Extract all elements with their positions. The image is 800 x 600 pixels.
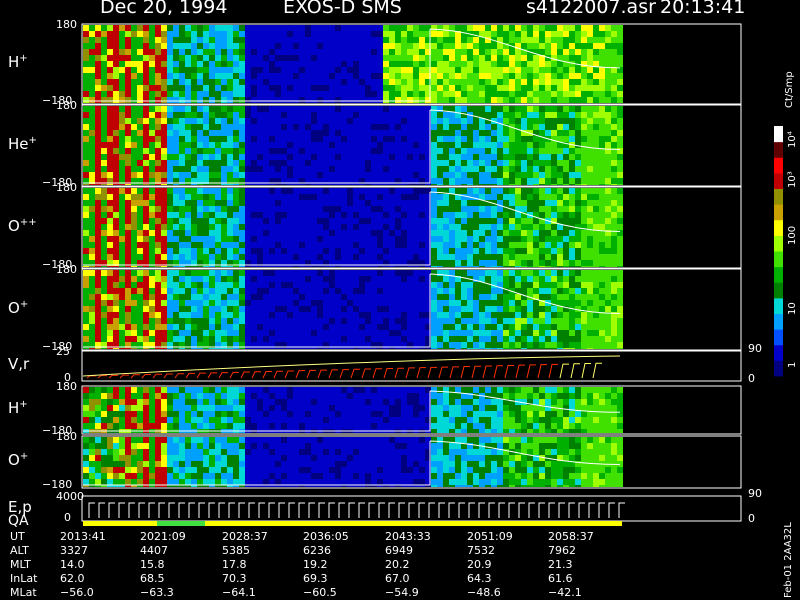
panel-3-ytick-top: 180	[56, 263, 77, 276]
header-date: Dec 20, 1994	[100, 0, 228, 18]
colorbar-tick: 100	[787, 225, 798, 245]
table-cell: 14.0	[60, 558, 85, 571]
panel-7-right-tick-top: 90	[748, 487, 762, 500]
panel-2-ytick-top: 180	[56, 181, 77, 194]
table-cell: 3327	[60, 544, 88, 557]
table-cell: 68.5	[140, 572, 165, 585]
panel-0-ytick-top: 180	[56, 18, 77, 31]
table-cell: 4407	[140, 544, 168, 557]
table-cell: 70.3	[222, 572, 247, 585]
panel-6-label: O+	[8, 451, 29, 469]
table-row: InLat 62.0 68.5 70.3 69.3 67.0 64.3 61.6	[0, 572, 640, 585]
table-row: ALT 3327 4407 5385 6236 6949 7532 7962	[0, 544, 640, 557]
panel-7-ytick-bottom: 0	[64, 511, 71, 524]
row-label: InLat	[10, 572, 38, 585]
header-mission: EXOS-D SMS	[283, 0, 402, 18]
panel-6-image	[83, 437, 623, 487]
row-label: ALT	[10, 544, 29, 557]
table-cell: 2028:37	[222, 530, 268, 543]
row-label: MLat	[10, 586, 37, 599]
row-label: MLT	[10, 558, 31, 571]
table-cell: 2013:41	[60, 530, 106, 543]
colorbar	[774, 126, 783, 377]
qa-label: QA	[8, 513, 29, 529]
table-cell: 20.9	[467, 558, 492, 571]
panel-1-ytick-top: 180	[56, 99, 77, 112]
colorbar-tick: 10	[787, 302, 798, 315]
panel-7-ytick-top: 4000	[56, 490, 84, 503]
panel-7-frame	[81, 495, 742, 522]
footer-id: Feb-01 2AA32L	[783, 522, 794, 598]
table-cell: 2043:33	[385, 530, 431, 543]
table-cell: 2051:09	[467, 530, 513, 543]
table-cell: 6236	[303, 544, 331, 557]
table-cell: −60.5	[303, 586, 337, 599]
table-cell: 69.3	[303, 572, 328, 585]
panel-4-ytick-top: 25	[56, 345, 70, 358]
table-cell: 5385	[222, 544, 250, 557]
table-cell: 62.0	[60, 572, 85, 585]
table-row: MLat −56.0 −63.3 −64.1 −60.5 −54.9 −48.6 −42.1	[0, 586, 640, 599]
table-cell: −56.0	[60, 586, 94, 599]
panel-4-velocity	[82, 352, 622, 380]
table-cell: −64.1	[222, 586, 256, 599]
panel-5-ytick-top: 180	[56, 380, 77, 393]
table-cell: 7532	[467, 544, 495, 557]
panel-4-right-tick-top: 90	[748, 342, 762, 355]
panel-1-label: He+	[8, 134, 37, 153]
panel-7-energy	[88, 502, 625, 518]
header-file: s4122007.asr	[526, 0, 656, 18]
table-cell: −42.1	[548, 586, 582, 599]
panel-2-image	[83, 188, 623, 267]
table-cell: 17.8	[222, 558, 247, 571]
panel-5-label: H+	[8, 399, 28, 417]
row-label: UT	[10, 530, 25, 543]
panel-3-label: O+	[8, 298, 29, 317]
table-cell: 21.3	[548, 558, 573, 571]
panel-0-image	[83, 25, 623, 103]
panel-1-image	[83, 106, 623, 185]
table-cell: 19.2	[303, 558, 328, 571]
table-cell: 61.6	[548, 572, 573, 585]
table-cell: 20.2	[385, 558, 410, 571]
table-row: MLT 14.0 15.8 17.8 19.2 20.2 20.9 21.3	[0, 558, 640, 571]
table-row: UT 2013:41 2021:09 2028:37 2036:05 2043:33 205…	[0, 530, 640, 543]
colorbar-tick: 10³	[787, 171, 798, 188]
colorbar-tick: 1	[787, 361, 798, 368]
table-cell: −48.6	[467, 586, 501, 599]
table-cell: 67.0	[385, 572, 410, 585]
table-cell: 15.8	[140, 558, 165, 571]
panel-0-label: H+	[8, 53, 28, 71]
panel-3-image	[83, 270, 623, 349]
table-cell: 6949	[385, 544, 413, 557]
qa-bar	[83, 521, 622, 526]
panel-5-image	[83, 387, 623, 433]
table-cell: 64.3	[467, 572, 492, 585]
table-cell: −63.3	[140, 586, 174, 599]
table-cell: 2021:09	[140, 530, 186, 543]
table-cell: 7962	[548, 544, 576, 557]
header-time: 20:13:41	[660, 0, 746, 18]
panel-2-label: O++	[8, 216, 37, 235]
colorbar-tick: 10⁴	[787, 131, 798, 148]
panel-4-right-tick-bottom: 0	[748, 372, 755, 385]
table-cell: 2036:05	[303, 530, 349, 543]
spectrogram-figure	[81, 23, 783, 526]
panel-4-label: V,r	[8, 355, 30, 373]
panel-6-ytick-top: 180	[56, 430, 77, 443]
panel-7-right-tick-bottom: 0	[748, 512, 755, 525]
table-cell: −54.9	[385, 586, 419, 599]
colorbar-unit: Ct/Smp	[784, 71, 795, 108]
table-cell: 2058:37	[548, 530, 594, 543]
